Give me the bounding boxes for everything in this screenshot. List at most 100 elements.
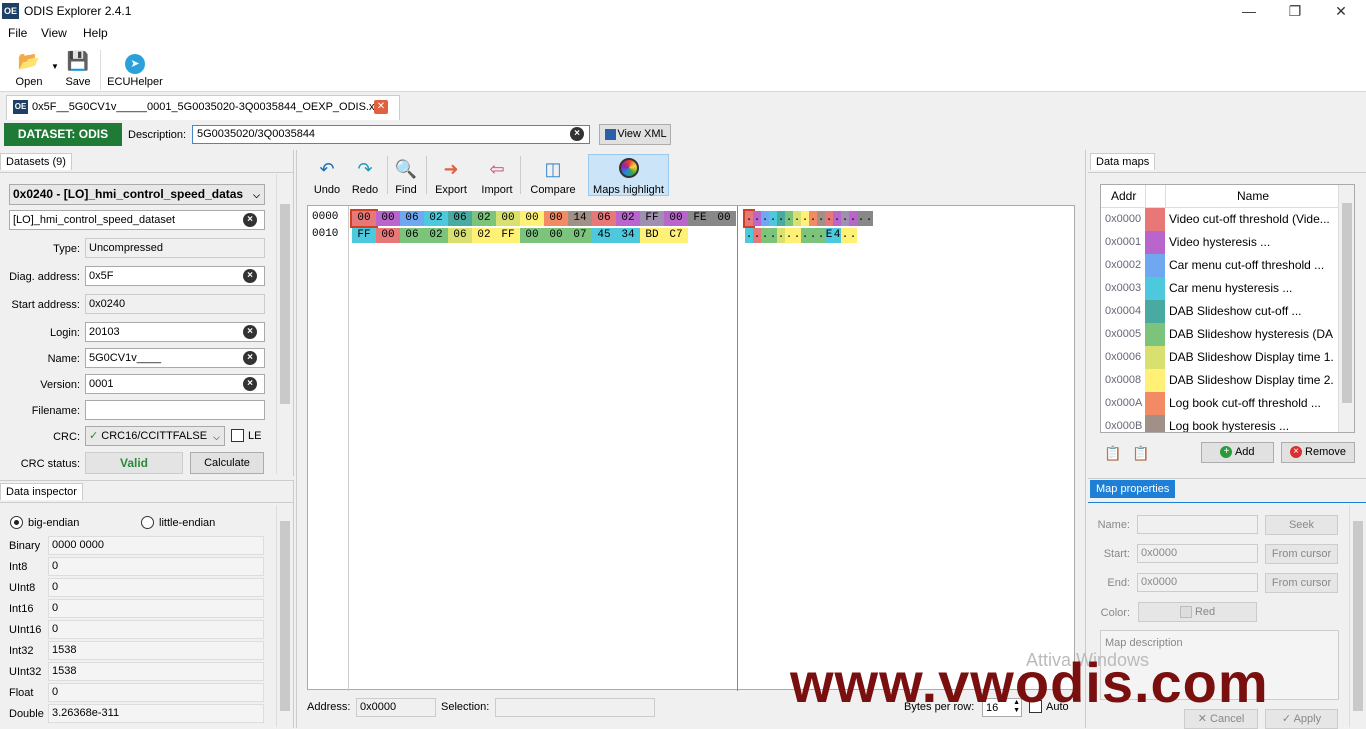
ascii-char[interactable]: . bbox=[769, 228, 777, 243]
hex-byte[interactable]: 00 bbox=[520, 228, 544, 243]
diag-address-field[interactable]: 0x5F bbox=[85, 266, 265, 286]
map-row[interactable]: 0x0006 DAB Slideshow Display time 1... bbox=[1101, 346, 1354, 369]
ascii-char[interactable]: . bbox=[809, 211, 817, 226]
hex-byte[interactable]: 00 bbox=[350, 209, 378, 228]
map-row[interactable]: 0x0004 DAB Slideshow cut-off ... bbox=[1101, 300, 1354, 323]
clear-diag-address-icon[interactable]: × bbox=[243, 269, 257, 283]
hex-byte[interactable]: 06 bbox=[448, 211, 472, 226]
ascii-char[interactable]: 4 bbox=[833, 228, 841, 243]
hex-byte[interactable]: 02 bbox=[472, 228, 496, 243]
hex-byte[interactable]: FF bbox=[640, 211, 664, 226]
import-button[interactable]: ⇦ Import bbox=[478, 158, 516, 196]
hex-byte[interactable]: 00 bbox=[496, 211, 520, 226]
hex-byte[interactable]: 45 bbox=[592, 228, 616, 243]
menu-view[interactable]: View bbox=[41, 26, 67, 40]
ascii-char[interactable]: . bbox=[777, 228, 785, 243]
dataset-select[interactable]: 0x0240 - [LO]_hmi_control_speed_datas ⌵ bbox=[9, 184, 265, 205]
name-field[interactable]: 5G0CV1v____ bbox=[85, 348, 265, 368]
crc-select[interactable]: ✓ CRC16/CCITTFALSE ⌵ bbox=[85, 426, 225, 446]
view-xml-button[interactable]: View XML bbox=[599, 124, 671, 145]
hex-byte[interactable]: 00 bbox=[544, 211, 568, 226]
undo-button[interactable]: ↶ Undo bbox=[312, 158, 342, 196]
clear-version-icon[interactable]: × bbox=[243, 377, 257, 391]
description-input[interactable]: 5G0035020/3Q0035844 bbox=[192, 125, 590, 144]
ascii-char[interactable]: . bbox=[865, 211, 873, 226]
hex-byte[interactable]: 06 bbox=[400, 228, 424, 243]
close-window-button[interactable]: ✕ bbox=[1318, 0, 1364, 22]
inspector-scrollbar[interactable] bbox=[276, 505, 293, 727]
map-row[interactable]: 0x0000 Video cut-off threshold (Vide... bbox=[1101, 208, 1354, 231]
ascii-char[interactable]: . bbox=[841, 211, 849, 226]
hex-byte[interactable]: 34 bbox=[616, 228, 640, 243]
ascii-char[interactable]: . bbox=[753, 228, 761, 243]
ascii-char[interactable]: E bbox=[825, 228, 833, 243]
map-end-field[interactable]: 0x0000 bbox=[1137, 573, 1258, 592]
hex-view[interactable]: 0000 00 00 06 02 06 02 00 00 00 14 06 02 FF 00 FE 00....… bbox=[307, 205, 1075, 691]
hex-byte[interactable]: 00 bbox=[712, 211, 736, 226]
ascii-char[interactable]: . bbox=[809, 228, 817, 243]
apply-button[interactable]: ✓ Apply bbox=[1265, 709, 1338, 729]
ascii-char[interactable]: . bbox=[817, 228, 825, 243]
open-dropdown-arrow-icon[interactable]: ▼ bbox=[51, 62, 59, 71]
hex-byte[interactable]: 06 bbox=[448, 228, 472, 243]
find-button[interactable]: 🔍 Find bbox=[393, 158, 419, 196]
map-row[interactable]: 0x0008 DAB Slideshow Display time 2... bbox=[1101, 369, 1354, 392]
calculate-button[interactable]: Calculate bbox=[190, 452, 264, 474]
hex-byte[interactable]: FE bbox=[688, 211, 712, 226]
hex-byte[interactable]: 02 bbox=[616, 211, 640, 226]
ascii-char[interactable]: . bbox=[801, 228, 809, 243]
ascii-char[interactable]: . bbox=[817, 211, 825, 226]
hex-byte[interactable]: 00 bbox=[520, 211, 544, 226]
hex-byte[interactable]: 06 bbox=[592, 211, 616, 226]
hex-byte[interactable]: 00 bbox=[376, 228, 400, 243]
hex-byte[interactable]: 06 bbox=[400, 211, 424, 226]
maximize-button[interactable]: ❐ bbox=[1272, 0, 1318, 22]
paste-icon[interactable]: 📋 bbox=[1132, 445, 1149, 462]
open-button[interactable]: 📂 Open bbox=[8, 50, 50, 88]
hex-byte[interactable]: FF bbox=[352, 228, 376, 243]
export-button[interactable]: ➜ Export bbox=[433, 158, 469, 196]
ascii-char[interactable]: . bbox=[785, 211, 793, 226]
menu-file[interactable]: File bbox=[8, 26, 27, 40]
start-from-cursor-button[interactable]: From cursor bbox=[1265, 544, 1338, 564]
menu-help[interactable]: Help bbox=[83, 26, 108, 40]
login-field[interactable]: 20103 bbox=[85, 322, 265, 342]
end-from-cursor-button[interactable]: From cursor bbox=[1265, 573, 1338, 593]
redo-button[interactable]: ↷ Redo bbox=[350, 158, 380, 196]
datasets-scrollbar[interactable] bbox=[276, 174, 293, 474]
ascii-char[interactable]: . bbox=[857, 211, 865, 226]
filename-field[interactable] bbox=[85, 400, 265, 420]
ascii-char[interactable]: . bbox=[849, 228, 857, 243]
clear-name-icon[interactable]: × bbox=[243, 351, 257, 365]
minimize-button[interactable]: — bbox=[1226, 0, 1272, 22]
clear-description-icon[interactable]: × bbox=[570, 127, 584, 141]
ascii-char[interactable]: . bbox=[761, 211, 769, 226]
close-tab-icon[interactable]: ✕ bbox=[374, 100, 388, 114]
file-tab[interactable]: OE 0x5F__5G0CV1v_____0001_5G0035020-3Q00… bbox=[6, 95, 400, 120]
map-start-field[interactable]: 0x0000 bbox=[1137, 544, 1258, 563]
map-row[interactable]: 0x0002 Car menu cut-off threshold ... bbox=[1101, 254, 1354, 277]
add-map-button[interactable]: + Add bbox=[1201, 442, 1274, 463]
ascii-char[interactable]: . bbox=[761, 228, 769, 243]
map-properties-scrollbar[interactable] bbox=[1349, 505, 1365, 727]
ascii-char[interactable]: . bbox=[825, 211, 833, 226]
hex-byte[interactable]: 02 bbox=[424, 228, 448, 243]
hex-byte[interactable]: BD bbox=[640, 228, 664, 243]
ascii-char[interactable]: . bbox=[753, 211, 761, 226]
hex-byte[interactable]: 07 bbox=[568, 228, 592, 243]
map-color-button[interactable]: Red bbox=[1138, 602, 1257, 622]
ascii-char[interactable]: . bbox=[833, 211, 841, 226]
ascii-char[interactable]: . bbox=[777, 211, 785, 226]
hex-byte[interactable]: 02 bbox=[424, 211, 448, 226]
copy-icon[interactable]: 📋 bbox=[1104, 445, 1121, 462]
clear-login-icon[interactable]: × bbox=[243, 325, 257, 339]
map-row[interactable]: 0x0001 Video hysteresis ... bbox=[1101, 231, 1354, 254]
ascii-char[interactable]: . bbox=[785, 228, 793, 243]
ascii-char[interactable]: . bbox=[793, 228, 801, 243]
map-row[interactable]: 0x0003 Car menu hysteresis ... bbox=[1101, 277, 1354, 300]
addr-column-header[interactable]: Addr bbox=[1111, 185, 1136, 208]
clear-dataset-name-icon[interactable]: × bbox=[243, 213, 257, 227]
dataset-name-field[interactable]: [LO]_hmi_control_speed_dataset bbox=[9, 210, 265, 230]
ascii-char[interactable]: . bbox=[769, 211, 777, 226]
hex-byte[interactable]: C7 bbox=[664, 228, 688, 243]
